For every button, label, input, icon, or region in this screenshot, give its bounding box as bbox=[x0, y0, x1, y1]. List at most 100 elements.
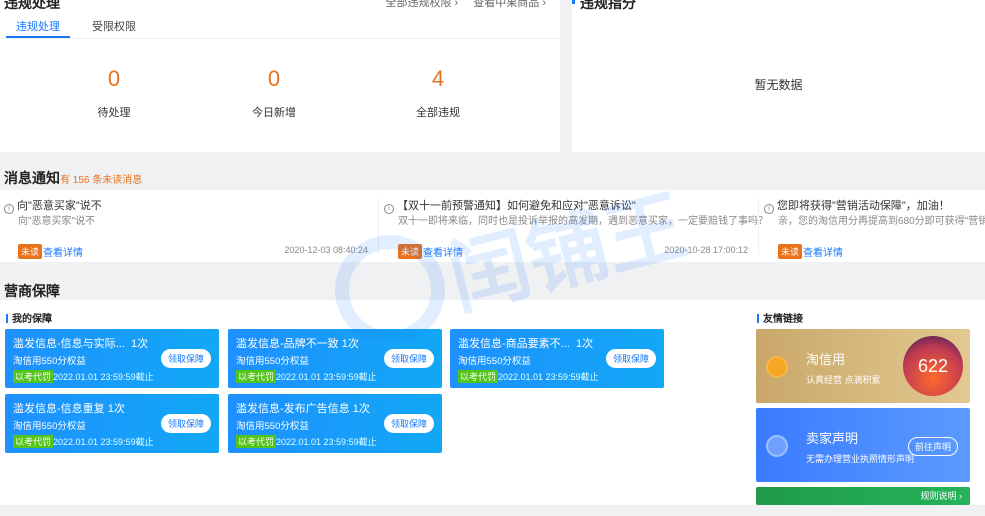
benefit-deadline: 2022.01.01 23:59:59截止 bbox=[276, 372, 377, 382]
benefit-sub: 淘信用550分权益 bbox=[236, 421, 309, 432]
empty-state-text: 暂无数据 bbox=[754, 78, 803, 92]
benefit-deadline: 2022.01.01 23:59:59截止 bbox=[53, 372, 154, 382]
my-protection-title: 我的保障 bbox=[6, 310, 52, 325]
benefit-title: 滥发信息-发布广告信息 bbox=[236, 403, 350, 415]
stat-value: 4 bbox=[431, 66, 445, 91]
view-details-link[interactable]: 查看详情 bbox=[43, 244, 83, 259]
benefit-tag: 以考代罚 bbox=[13, 370, 54, 383]
benefit-card[interactable]: 滥发信息-发布广告信息 1次 淘信用550分权益 以考代罚 2022.01.01… bbox=[228, 394, 442, 453]
benefit-sub: 淘信用550分权益 bbox=[458, 356, 531, 367]
tab-violation-handling[interactable]: 违规处理 bbox=[6, 18, 70, 38]
credit-title: 淘信用 bbox=[806, 352, 846, 367]
view-details-link[interactable]: 查看详情 bbox=[423, 244, 463, 259]
info-icon: i bbox=[4, 204, 14, 214]
divider bbox=[378, 198, 379, 254]
tab-restricted-permissions[interactable]: 受限权限 bbox=[82, 18, 146, 38]
statement-promo[interactable]: 卖家声明 无需办理营业执照情形声明 前往声明 bbox=[756, 408, 970, 482]
credit-score: 622 bbox=[903, 336, 963, 396]
benefit-title: 滥发信息-信息与实际... bbox=[13, 338, 125, 350]
benefit-count: 1次 bbox=[130, 338, 149, 350]
unread-tag: 未读 bbox=[18, 244, 43, 259]
message-item[interactable]: i 【双十一前预警通知】如何避免和应对"恶意诉讼" 双十一即将来临，同时也是投诉举… bbox=[380, 190, 768, 262]
messages-title: 消息通知 bbox=[4, 170, 60, 186]
protection-title: 营商保障 bbox=[4, 283, 60, 299]
claim-button[interactable]: 领取保障 bbox=[383, 414, 434, 433]
claim-button[interactable]: 领取保障 bbox=[383, 349, 434, 368]
stat-all-violations[interactable]: 4 全部违规 bbox=[388, 66, 488, 120]
view-details-link[interactable]: 查看详情 bbox=[803, 244, 843, 259]
messages-panel: i 向"恶意买家"说不 向"恶意买家"说不 未读 查看详情 2020-12-03 … bbox=[0, 190, 985, 262]
benefit-card[interactable]: 滥发信息-信息重复 1次 淘信用550分权益 以考代罚 2022.01.01 2… bbox=[5, 394, 219, 453]
protection-panel: 我的保障 友情链接 滥发信息-信息与实际... 1次 淘信用550分权益 以考代… bbox=[0, 300, 985, 505]
benefit-deadline: 2022.01.01 23:59:59截止 bbox=[276, 437, 377, 447]
benefit-deadline: 2022.01.01 23:59:59截止 bbox=[498, 372, 599, 382]
stat-label: 今日新增 bbox=[252, 107, 296, 119]
unread-tag: 未读 bbox=[398, 244, 423, 259]
claim-button[interactable]: 领取保障 bbox=[160, 349, 211, 368]
benefit-count: 1次 bbox=[107, 403, 125, 415]
rules-promo[interactable]: 规则说明 › bbox=[756, 487, 970, 505]
message-title: 向"恶意买家"说不 bbox=[17, 200, 102, 212]
message-item[interactable]: i 您即将获得"营销活动保障"，加油！ 亲，您的淘信用分再提高到680分即可获得"… bbox=[760, 190, 985, 262]
benefit-card[interactable]: 滥发信息-商品要素不... 1次 淘信用550分权益 以考代罚 2022.01.… bbox=[450, 329, 664, 388]
seller-dashboard: 全部违规权限 › 查看中果商品 › 违规处理 受限权限 0 待处理 0 今日新增… bbox=[0, 0, 985, 516]
view-goods-link[interactable]: 查看中果商品 › bbox=[473, 0, 546, 9]
stat-label: 待处理 bbox=[97, 107, 131, 119]
go-statement-button[interactable]: 前往声明 bbox=[907, 437, 958, 456]
unread-count[interactable]: 有 156 条未读消息 bbox=[60, 171, 142, 186]
credit-promo[interactable]: 淘信用 认真经营 点滴积累 622 bbox=[756, 329, 970, 403]
message-time: 2020-10-28 17:00:12 bbox=[664, 245, 748, 255]
section-marker bbox=[572, 0, 575, 4]
benefit-tag: 以考代罚 bbox=[13, 435, 54, 448]
benefit-title-row: 滥发信息-信息与实际... 1次 bbox=[13, 335, 148, 351]
friendly-links-title: 友情链接 bbox=[757, 310, 803, 325]
message-desc: 双十一即将来临，同时也是投诉举报的高发期，遇到恶意买家，一定要赔钱了事吗？ bbox=[398, 216, 768, 227]
benefit-card[interactable]: 滥发信息-品牌不一致 1次 淘信用550分权益 以考代罚 2022.01.01 … bbox=[228, 329, 442, 388]
flame-icon bbox=[766, 356, 788, 378]
statement-title: 卖家声明 bbox=[806, 431, 859, 446]
document-icon bbox=[766, 435, 788, 457]
violations-title: 违规处理 bbox=[4, 0, 60, 11]
benefit-title: 滥发信息-商品要素不... bbox=[458, 338, 570, 350]
benefit-count: 1次 bbox=[575, 338, 594, 350]
benefit-sub: 淘信用550分权益 bbox=[13, 356, 86, 367]
advice-title: 违规指分 bbox=[580, 0, 636, 11]
benefit-title-row: 滥发信息-信息重复 1次 bbox=[13, 400, 125, 416]
benefit-title-row: 滥发信息-品牌不一致 1次 bbox=[236, 335, 359, 351]
stat-value: 0 bbox=[107, 66, 121, 91]
violations-links: 全部违规权限 › 查看中果商品 › bbox=[373, 0, 546, 10]
stat-label: 全部违规 bbox=[416, 107, 460, 119]
stat-value: 0 bbox=[267, 66, 281, 91]
divider bbox=[758, 198, 759, 254]
claim-button[interactable]: 领取保障 bbox=[605, 349, 656, 368]
message-title: 您即将获得"营销活动保障"，加油！ bbox=[777, 200, 950, 212]
stat-pending[interactable]: 0 待处理 bbox=[64, 66, 164, 120]
all-violations-link[interactable]: 全部违规权限 › bbox=[385, 0, 458, 9]
benefit-tag: 以考代罚 bbox=[236, 435, 277, 448]
violations-card: 全部违规权限 › 查看中果商品 › 违规处理 受限权限 0 待处理 0 今日新增… bbox=[0, 0, 560, 152]
claim-button[interactable]: 领取保障 bbox=[160, 414, 211, 433]
benefit-count: 1次 bbox=[341, 338, 359, 350]
message-desc: 亲，您的淘信用分再提高到680分即可获得"营销活动保障 bbox=[778, 216, 985, 227]
message-desc: 向"恶意买家"说不 bbox=[18, 216, 96, 227]
benefit-tag: 以考代罚 bbox=[458, 370, 499, 383]
message-time: 2020-12-03 08:40:24 bbox=[284, 245, 368, 255]
benefit-deadline: 2022.01.01 23:59:59截止 bbox=[53, 437, 154, 447]
info-icon: i bbox=[384, 204, 394, 214]
benefit-tag: 以考代罚 bbox=[236, 370, 277, 383]
message-item[interactable]: i 向"恶意买家"说不 向"恶意买家"说不 未读 查看详情 2020-12-03 … bbox=[0, 190, 376, 262]
tab-divider bbox=[0, 38, 560, 39]
unread-tag: 未读 bbox=[778, 244, 803, 259]
benefit-title-row: 滥发信息-商品要素不... 1次 bbox=[458, 335, 593, 351]
stat-today-new[interactable]: 0 今日新增 bbox=[224, 66, 324, 120]
message-title: 【双十一前预警通知】如何避免和应对"恶意诉讼" bbox=[397, 200, 636, 212]
benefit-sub: 淘信用550分权益 bbox=[13, 421, 86, 432]
statement-sub: 无需办理营业执照情形声明 bbox=[806, 454, 915, 464]
benefit-card[interactable]: 滥发信息-信息与实际... 1次 淘信用550分权益 以考代罚 2022.01.… bbox=[5, 329, 219, 388]
violations-tabs: 违规处理 受限权限 bbox=[6, 18, 158, 38]
benefit-sub: 淘信用550分权益 bbox=[236, 356, 309, 367]
benefit-title: 滥发信息-信息重复 bbox=[13, 403, 105, 415]
credit-sub: 认真经营 点滴积累 bbox=[806, 375, 881, 385]
info-icon: i bbox=[764, 204, 774, 214]
rules-button[interactable]: 规则说明 › bbox=[921, 489, 963, 502]
